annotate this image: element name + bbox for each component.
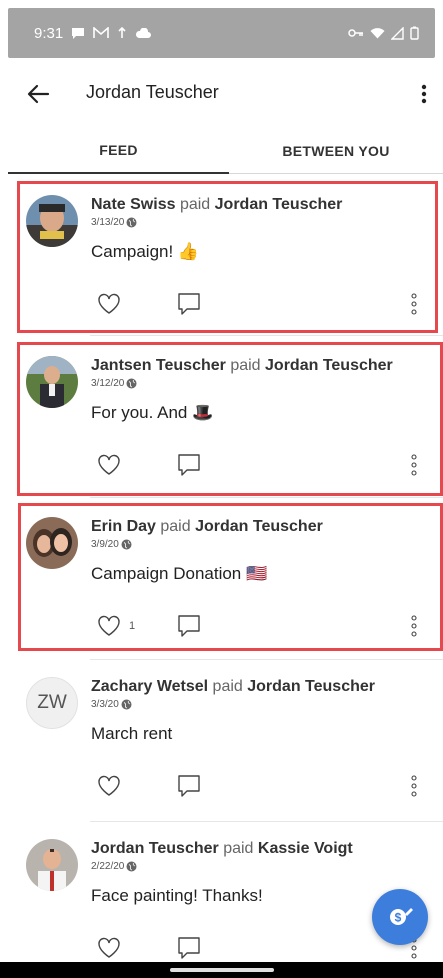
date-text: 3/13/20 (91, 217, 125, 228)
page-title: Jordan Teuscher (86, 82, 219, 102)
comment-icon[interactable] (176, 773, 202, 799)
feed-item[interactable]: ZW Zachary Wetsel paid Jordan Teuscher 3… (0, 660, 443, 822)
vpn-key-icon (348, 29, 363, 37)
notification-arrow-icon (118, 27, 126, 38)
avatar[interactable] (26, 517, 78, 569)
globe-icon (126, 217, 137, 228)
more-vert-outline-icon[interactable] (407, 452, 421, 480)
avatar[interactable] (26, 356, 78, 408)
transaction-note: Campaign Donation 🇺🇸 (91, 564, 268, 583)
date-text: 2/22/20 (91, 861, 125, 872)
pay-request-button[interactable]: $ (372, 889, 428, 945)
heart-icon[interactable] (96, 773, 122, 799)
chat-bubble-icon (72, 27, 85, 39)
payer-name[interactable]: Jordan Teuscher (91, 840, 219, 857)
transaction-note: For you. And 🎩 (91, 403, 214, 422)
transaction-title: Zachary Wetsel paid Jordan Teuscher (91, 678, 375, 696)
date-text: 3/3/20 (91, 699, 119, 710)
globe-icon (126, 378, 137, 389)
transaction-note: Face painting! Thanks! (91, 886, 263, 905)
more-vert-outline-icon[interactable] (407, 291, 421, 319)
payee-name[interactable]: Kassie Voigt (258, 840, 353, 857)
more-vert-icon[interactable] (414, 80, 434, 108)
battery-icon (410, 26, 419, 40)
home-gesture-handle[interactable] (170, 968, 274, 972)
comment-icon[interactable] (176, 613, 202, 639)
avatar[interactable]: ZW (26, 677, 78, 729)
comment-icon[interactable] (176, 452, 202, 478)
payer-name[interactable]: Zachary Wetsel (91, 678, 208, 695)
paid-verb: paid (230, 357, 261, 374)
app-bar: Jordan Teuscher (0, 58, 443, 128)
payee-name[interactable]: Jordan Teuscher (215, 196, 343, 213)
date-text: 3/9/20 (91, 539, 119, 550)
globe-icon (121, 699, 132, 710)
user-photo-icon (26, 356, 78, 408)
payer-name[interactable]: Nate Swiss (91, 196, 175, 213)
paid-verb: paid (212, 678, 243, 695)
heart-icon[interactable] (96, 452, 122, 478)
transaction-feed[interactable]: Nate Swiss paid Jordan Teuscher 3/13/20 … (0, 174, 443, 978)
paid-verb: paid (179, 196, 211, 213)
tab-between-you[interactable]: BETWEEN YOU (229, 128, 443, 174)
heart-icon[interactable] (96, 291, 122, 317)
date-text: 3/12/20 (91, 378, 125, 389)
transaction-title: Jordan Teuscher paid Kassie Voigt (91, 840, 353, 858)
transaction-title: Nate Swiss paid Jordan Teuscher (91, 196, 342, 214)
transaction-date: 2/22/20 (91, 861, 137, 872)
user-photo-icon (26, 195, 78, 247)
signal-icon (391, 26, 404, 40)
user-photo-icon (26, 517, 78, 569)
back-arrow-icon[interactable] (24, 80, 52, 108)
comment-icon[interactable] (176, 291, 202, 317)
svg-text:$: $ (395, 911, 402, 925)
transaction-title: Erin Day paid Jordan Teuscher (91, 518, 323, 536)
transaction-title: Jantsen Teuscher paid Jordan Teuscher (91, 357, 393, 375)
comment-icon[interactable] (176, 935, 202, 961)
status-bar: 9:31 (8, 8, 435, 58)
transaction-date: 3/9/20 (91, 539, 132, 550)
heart-icon[interactable] (96, 935, 122, 961)
transaction-date: 3/12/20 (91, 378, 137, 389)
feed-item[interactable]: Erin Day paid Jordan Teuscher 3/9/20 Cam… (0, 498, 443, 660)
cloud-icon (136, 27, 152, 38)
avatar[interactable] (26, 839, 78, 891)
pay-pencil-icon: $ (390, 908, 413, 925)
globe-icon (121, 539, 132, 550)
like-count: 1 (129, 620, 136, 632)
globe-icon (126, 861, 137, 872)
payer-name[interactable]: Erin Day (91, 518, 156, 535)
transaction-date: 3/13/20 (91, 217, 137, 228)
wifi-icon (370, 28, 385, 39)
more-vert-outline-icon[interactable] (407, 613, 421, 641)
user-photo-icon (26, 839, 78, 891)
feed-item[interactable]: Nate Swiss paid Jordan Teuscher 3/13/20 … (0, 174, 443, 336)
navigation-bar (0, 962, 443, 978)
gmail-icon (93, 27, 110, 38)
payee-name[interactable]: Jordan Teuscher (265, 357, 393, 374)
payee-name[interactable]: Jordan Teuscher (195, 518, 323, 535)
more-vert-outline-icon[interactable] (407, 773, 421, 801)
transaction-date: 3/3/20 (91, 699, 132, 710)
status-time: 9:31 (34, 24, 64, 42)
avatar[interactable] (26, 195, 78, 247)
tab-bar: FEED BETWEEN YOU (0, 128, 443, 174)
transaction-note: Campaign! 👍 (91, 242, 200, 261)
paid-verb: paid (160, 518, 191, 535)
feed-item[interactable]: Jantsen Teuscher paid Jordan Teuscher 3/… (0, 336, 443, 498)
payer-name[interactable]: Jantsen Teuscher (91, 357, 226, 374)
heart-icon[interactable] (96, 613, 122, 639)
tab-feed[interactable]: FEED (8, 128, 229, 174)
transaction-note: March rent (91, 724, 173, 743)
paid-verb: paid (223, 840, 254, 857)
payee-name[interactable]: Jordan Teuscher (247, 678, 375, 695)
